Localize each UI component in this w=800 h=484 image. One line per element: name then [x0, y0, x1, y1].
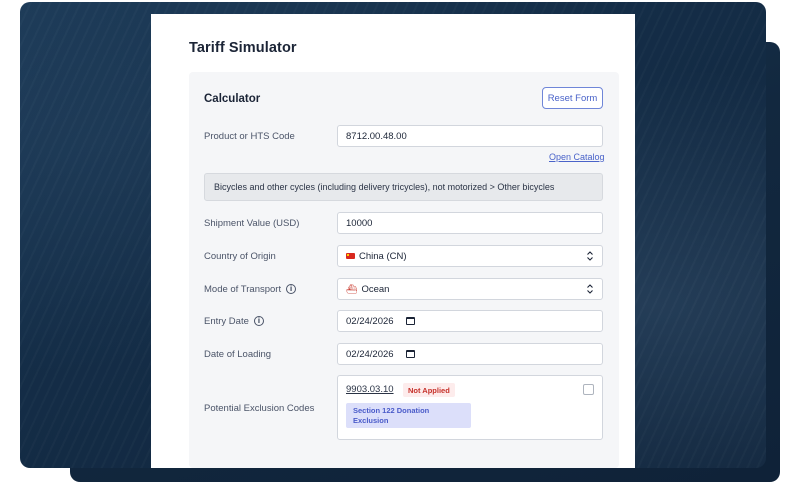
date-of-loading-value: 02/24/2026	[346, 348, 394, 360]
chevron-updown-icon	[587, 251, 593, 261]
calendar-icon[interactable]	[405, 317, 415, 325]
shipment-value-input[interactable]: 10000	[337, 212, 603, 234]
info-icon[interactable]: i	[253, 316, 264, 326]
country-of-origin-value: China (CN)	[359, 250, 407, 262]
exclusion-codes-label-text: Potential Exclusion Codes	[204, 402, 315, 414]
exclusion-code-card: 9903.03.10 Not Applied Section 122 Donat…	[337, 375, 603, 440]
product-description-text: Bicycles and other cycles (including del…	[214, 182, 555, 192]
calendar-icon[interactable]	[405, 350, 415, 358]
product-label-text: Product or HTS Code	[204, 130, 295, 142]
exclusion-description-tag: Section 122 Donation Exclusion	[346, 403, 471, 428]
shipment-value-label: Shipment Value (USD)	[204, 212, 299, 234]
exclusion-codes-label: Potential Exclusion Codes	[204, 397, 314, 419]
info-icon[interactable]: i	[286, 284, 297, 294]
ship-icon: ⛴	[346, 283, 358, 294]
product-description: Bicycles and other cycles (including del…	[204, 173, 603, 201]
mode-of-transport-select[interactable]: ⛴ Ocean	[337, 278, 603, 300]
date-of-loading-input[interactable]: 02/24/2026	[337, 343, 603, 365]
country-of-origin-label-text: Country of Origin	[204, 250, 276, 262]
entry-date-value: 02/24/2026	[346, 315, 394, 327]
calculator-panel: Calculator Reset Form Product or HTS Cod…	[189, 72, 619, 468]
exclusion-checkbox[interactable]	[583, 384, 594, 395]
entry-date-label: Entry Date i	[204, 310, 264, 332]
page-title: Tariff Simulator	[189, 40, 297, 56]
status-badge: Not Applied	[403, 383, 455, 397]
open-catalog-link[interactable]: Open Catalog	[549, 152, 605, 162]
china-flag-icon	[346, 253, 355, 259]
shipment-value-text: 10000	[346, 217, 373, 229]
mode-of-transport-label: Mode of Transport i	[204, 278, 297, 300]
country-of-origin-select[interactable]: China (CN)	[337, 245, 603, 267]
exclusion-code-link[interactable]: 9903.03.10	[346, 384, 394, 395]
reset-form-button[interactable]: Reset Form	[542, 87, 603, 109]
chevron-updown-icon	[587, 284, 593, 294]
mode-of-transport-label-text: Mode of Transport	[204, 283, 282, 295]
product-input[interactable]: 8712.00.48.00	[337, 125, 603, 147]
mode-of-transport-value: Ocean	[361, 283, 390, 295]
country-of-origin-label: Country of Origin	[204, 245, 276, 267]
section-title: Calculator	[204, 93, 261, 105]
entry-date-label-text: Entry Date	[204, 315, 249, 327]
date-of-loading-label-text: Date of Loading	[204, 348, 272, 360]
product-input-value: 8712.00.48.00	[346, 130, 407, 142]
shipment-value-label-text: Shipment Value (USD)	[204, 217, 300, 229]
entry-date-input[interactable]: 02/24/2026	[337, 310, 603, 332]
date-of-loading-label: Date of Loading	[204, 343, 271, 365]
tariff-simulator-card: Tariff Simulator Calculator Reset Form P…	[151, 14, 635, 468]
product-label: Product or HTS Code	[204, 125, 295, 147]
